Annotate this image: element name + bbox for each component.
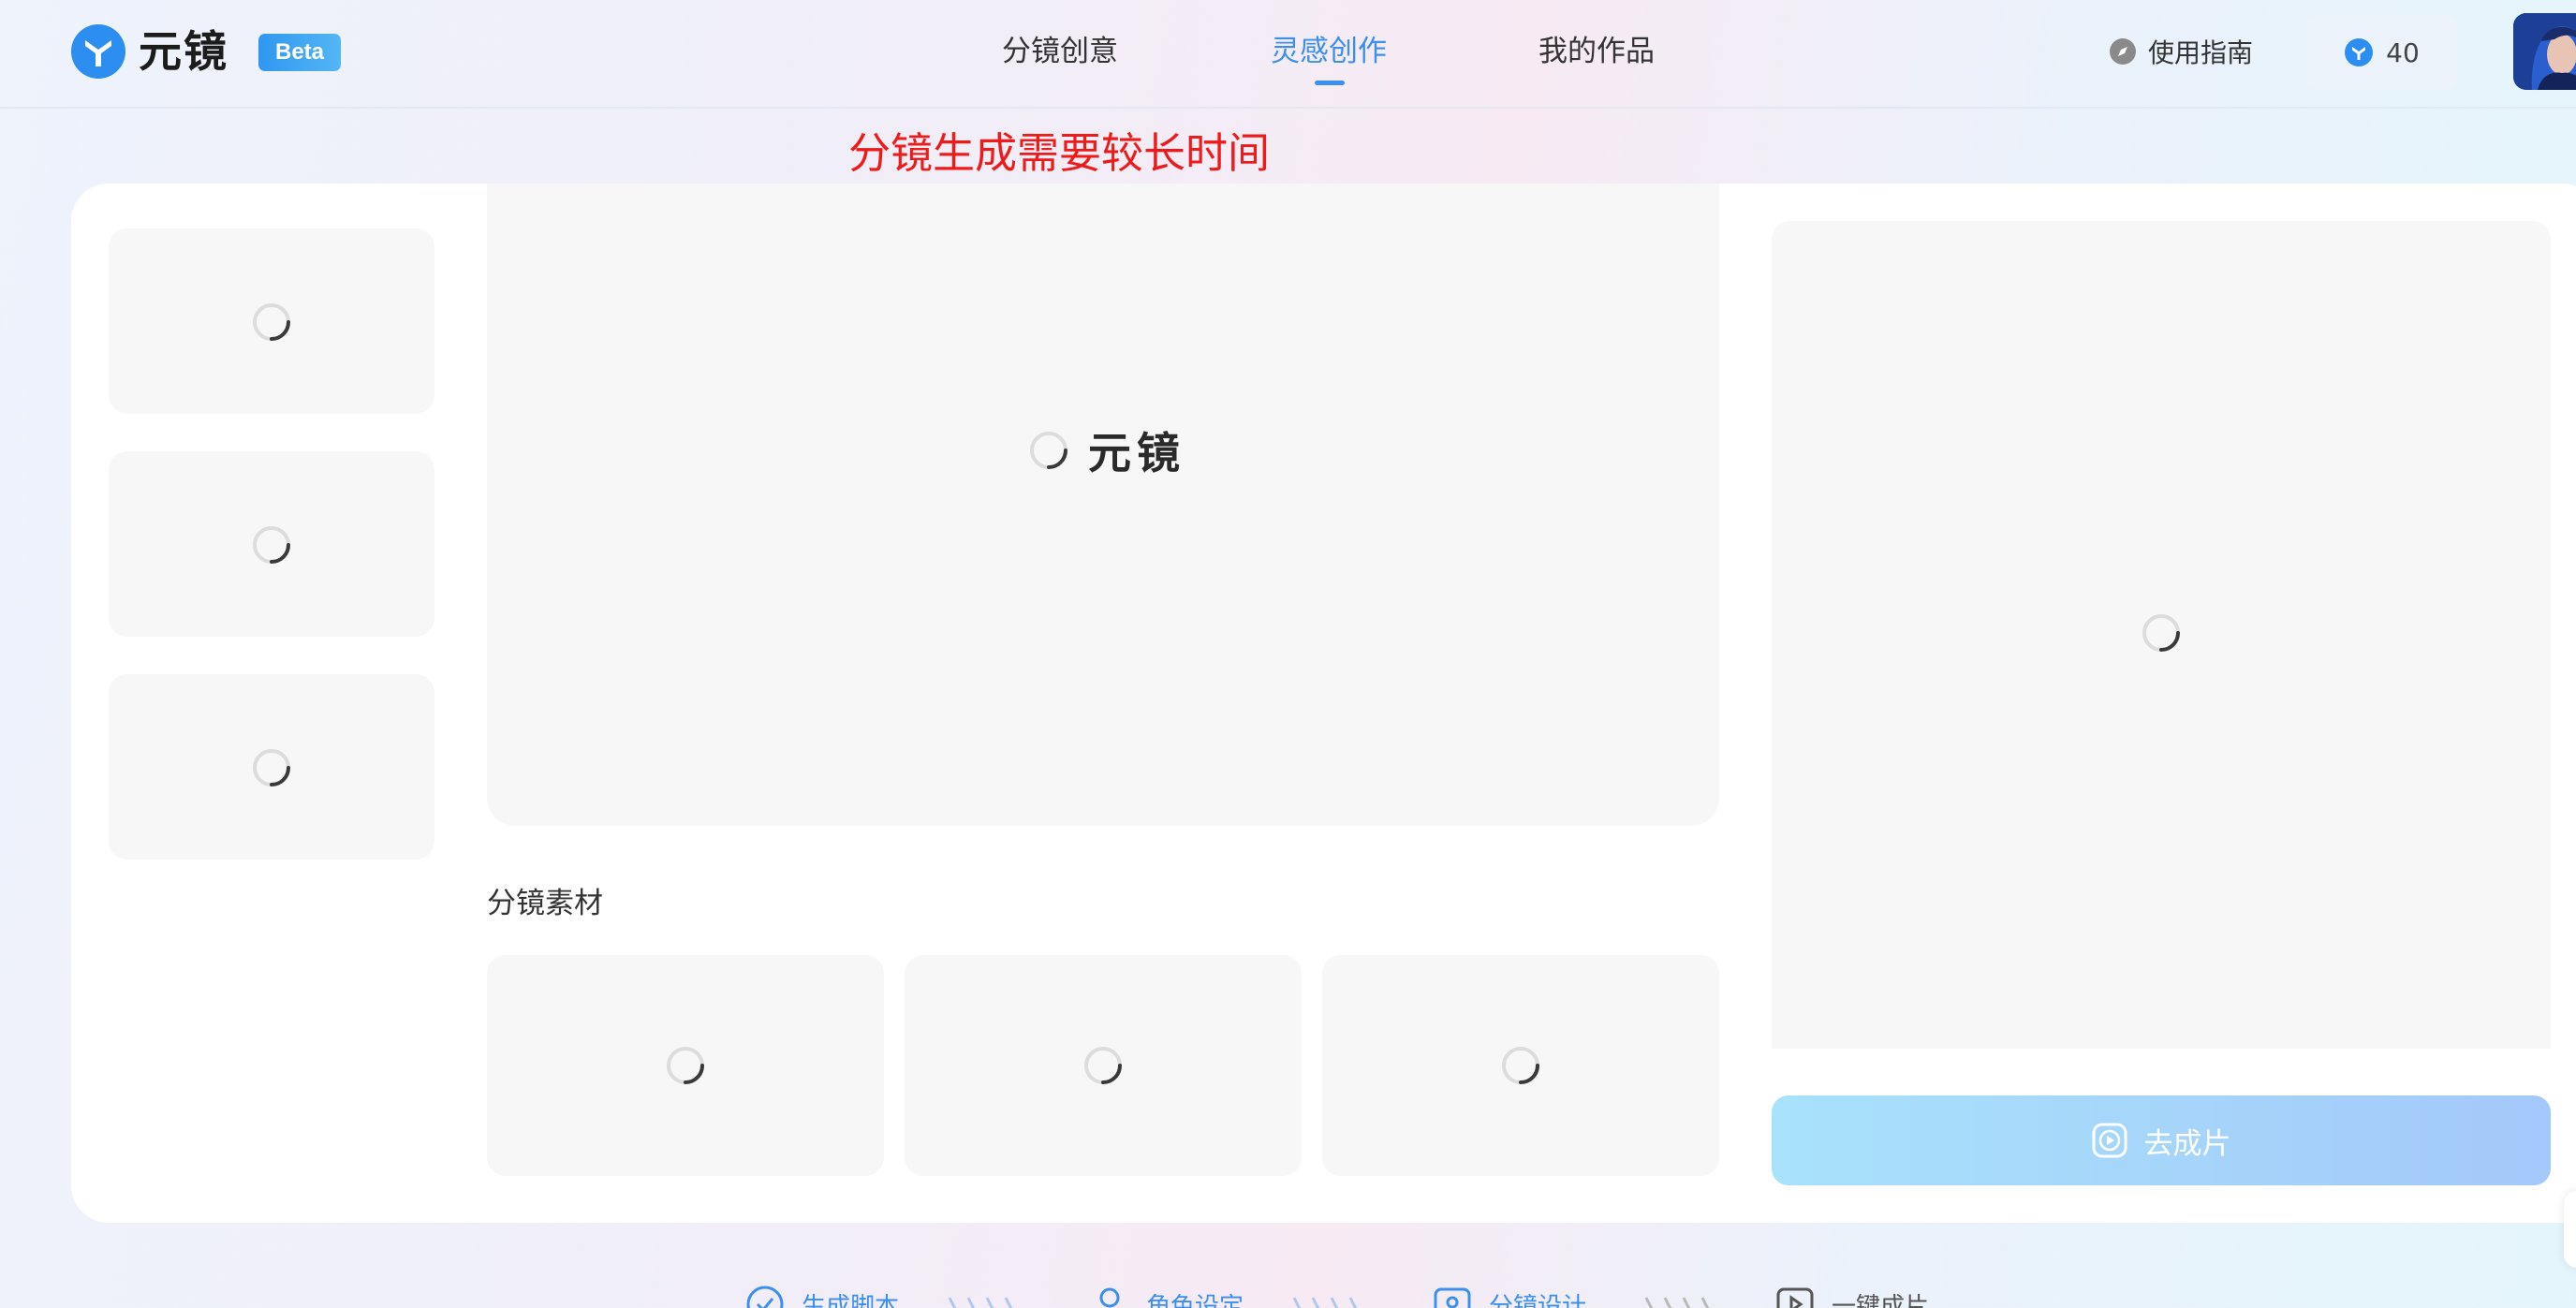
- go-to-film-label: 去成片: [2143, 1126, 2231, 1161]
- credits-balance[interactable]: 40: [2307, 15, 2457, 90]
- play-frame-icon: [1776, 1287, 1814, 1308]
- active-nav-indicator: [1315, 81, 1345, 85]
- storyboard-thumb-3[interactable]: [109, 674, 434, 860]
- step-character-setting[interactable]: 角色设定: [1090, 1285, 1244, 1308]
- beta-badge: Beta: [258, 34, 342, 71]
- step-label: 角色设定: [1146, 1292, 1244, 1308]
- check-circle-icon: [746, 1286, 784, 1308]
- loading-spinner-icon: [253, 749, 290, 786]
- loading-spinner-icon: [2142, 614, 2180, 652]
- step-label: 一键成片: [1832, 1292, 1930, 1308]
- usage-guide-label: 使用指南: [2148, 37, 2254, 68]
- step-arrows-icon: [1644, 1297, 1710, 1308]
- go-to-film-button[interactable]: 去成片: [1772, 1095, 2551, 1185]
- credits-count: 40: [2386, 37, 2420, 68]
- nav-storyboard-idea[interactable]: 分镜创意: [1002, 28, 1118, 75]
- nav-inspiration-create[interactable]: 灵感创作: [1271, 28, 1387, 75]
- step-storyboard-design[interactable]: 分镜设计: [1433, 1285, 1586, 1308]
- materials-title: 分镜素材: [487, 887, 603, 920]
- step-arrows-icon: [1292, 1297, 1358, 1308]
- storyboard-thumb-1[interactable]: [109, 228, 434, 414]
- compass-icon: [2110, 38, 2136, 65]
- video-play-icon: [2092, 1123, 2127, 1158]
- preview-loading-brand: 元镜: [1088, 428, 1185, 478]
- step-label: 生成脚本: [802, 1292, 900, 1308]
- material-card-3[interactable]: [1322, 955, 1719, 1176]
- storyboard-thumb-2[interactable]: [109, 451, 434, 637]
- material-card-2[interactable]: [905, 955, 1302, 1176]
- loading-spinner-icon: [1030, 432, 1067, 469]
- brand-name[interactable]: 元镜: [139, 22, 228, 81]
- yuanjing-logo-icon[interactable]: [71, 24, 125, 79]
- loading-spinner-icon: [1502, 1047, 1539, 1084]
- step-generate-script[interactable]: 生成脚本: [745, 1285, 899, 1308]
- loading-spinner-icon: [667, 1047, 704, 1084]
- result-preview-panel: [1772, 221, 2551, 1049]
- user-avatar[interactable]: [2513, 13, 2576, 90]
- nav-my-works[interactable]: 我的作品: [1538, 28, 1655, 75]
- preview-loading-indicator: 元镜: [1028, 419, 1185, 481]
- avatar-portrait-icon: [2513, 13, 2576, 90]
- loading-spinner-icon: [253, 526, 290, 564]
- loading-spinner-icon: [1084, 1047, 1122, 1084]
- step-arrows-icon: [948, 1297, 1013, 1308]
- generation-notice: 分镜生成需要较长时间: [848, 128, 1271, 178]
- storyboard-preview: [487, 184, 1719, 826]
- loading-spinner-icon: [253, 303, 290, 341]
- side-drawer-handle[interactable]: [2564, 1191, 2576, 1268]
- person-icon: [1099, 1287, 1120, 1308]
- usage-guide-link[interactable]: 使用指南: [2109, 28, 2253, 75]
- material-card-1[interactable]: [487, 955, 884, 1176]
- step-label: 分镜设计: [1489, 1292, 1587, 1308]
- credit-coin-icon: [2345, 38, 2374, 66]
- step-one-click-film[interactable]: 一键成片: [1775, 1285, 1929, 1308]
- top-header: 元镜 Beta 分镜创意 灵感创作 我的作品 使用指南 40: [0, 0, 2576, 109]
- image-frame-icon: [1434, 1287, 1471, 1308]
